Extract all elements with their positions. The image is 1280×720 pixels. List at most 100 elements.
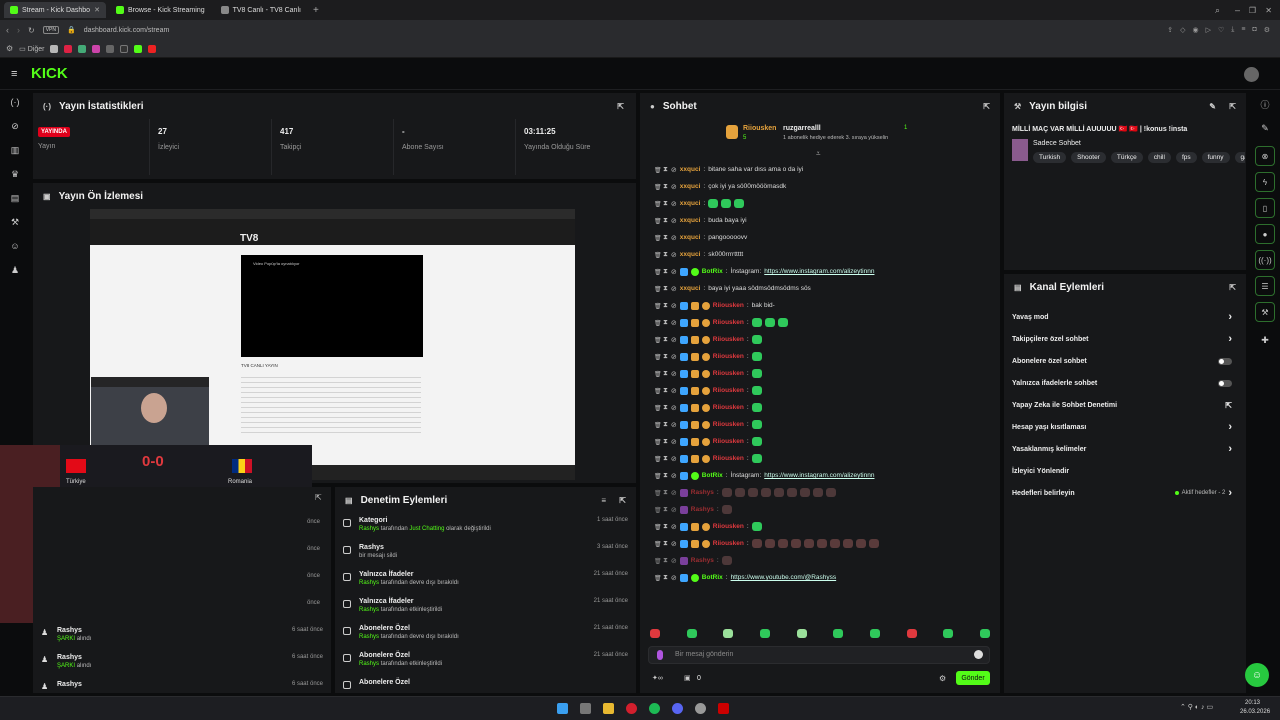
channel-action-row[interactable]: Hesap yaşı kısıtlaması › [1004, 416, 1246, 438]
spotify-icon[interactable] [649, 703, 660, 714]
ban-icon[interactable]: ⊘ [671, 404, 677, 412]
chat-message[interactable]: 🗑 ⧗ ⊘ xxquci: çok iyi ya sö00mööömasdk [640, 178, 1000, 195]
toggle-switch[interactable] [1218, 379, 1232, 387]
ban-icon[interactable]: ⊘ [671, 166, 677, 174]
chat-username[interactable]: xxquci [680, 166, 701, 173]
ban-icon[interactable]: ⊘ [671, 285, 677, 293]
delete-icon[interactable]: 🗑 [654, 558, 662, 565]
chat-username[interactable]: Riiousken [713, 540, 744, 547]
timeout-icon[interactable]: ⧗ [663, 472, 668, 480]
ban-icon[interactable]: ⊘ [671, 200, 677, 208]
chat-icon[interactable]: ● [1255, 224, 1275, 244]
ban-icon[interactable]: ⊘ [671, 523, 677, 531]
delete-icon[interactable]: 🗑 [654, 422, 662, 429]
maximize-icon[interactable]: ❐ [1249, 6, 1256, 15]
ban-icon[interactable]: ⊘ [671, 251, 677, 259]
chat-message[interactable]: 🗑 ⧗ ⊘ Riiousken: [640, 450, 1000, 467]
timeout-icon[interactable]: ⧗ [663, 489, 668, 497]
popout-icon[interactable]: ⇱ [617, 102, 624, 111]
ban-icon[interactable]: ⊘ [671, 183, 677, 191]
popout-icon[interactable]: ⇱ [619, 496, 626, 505]
chat-message[interactable]: 🗑 ⧗ ⊘ xxquci: buda baya iyi [640, 212, 1000, 229]
close-icon[interactable]: ✕ [94, 6, 100, 14]
ban-icon[interactable]: ⊘ [671, 319, 677, 327]
delete-icon[interactable]: 🗑 [654, 575, 662, 582]
community-nav-icon[interactable]: ♟ [0, 258, 30, 282]
delete-icon[interactable]: 🗑 [654, 269, 662, 276]
search-icon[interactable]: ⌕ [1215, 5, 1220, 16]
edit-icon[interactable]: ✎ [1250, 116, 1280, 140]
chat-message[interactable]: 🗑 ⧗ ⊘ BotRix: https://www.youtube.com/@Rashy… [640, 569, 1000, 586]
ban-icon[interactable]: ⊘ [671, 574, 677, 582]
ban-icon[interactable]: ⊘ [671, 336, 677, 344]
bookmark-icon[interactable] [78, 44, 87, 53]
timeout-icon[interactable]: ⧗ [663, 421, 668, 429]
timeout-icon[interactable]: ⧗ [663, 302, 668, 310]
chat-message[interactable]: 🗑 ⧗ ⊘ Riiousken: [640, 348, 1000, 365]
emoji-icon[interactable] [974, 650, 983, 659]
delete-icon[interactable]: 🗑 [654, 235, 662, 242]
chat-message[interactable]: 🗑 ⧗ ⊘ Riiousken: [640, 365, 1000, 382]
timeout-icon[interactable]: ⧗ [663, 540, 668, 548]
timeout-icon[interactable]: ⧗ [663, 557, 668, 565]
stream-tag[interactable]: chill [1147, 152, 1171, 163]
search-icon[interactable] [580, 703, 591, 714]
delete-icon[interactable]: 🗑 [654, 405, 662, 412]
link-icon[interactable]: ✦∞ [652, 674, 663, 682]
chat-username[interactable]: BotRix [702, 268, 723, 275]
chat-message[interactable]: 🗑 ⧗ ⊘ xxquci: bitane saha var dıss ama o da … [640, 161, 1000, 178]
delete-icon[interactable]: 🗑 [654, 201, 662, 208]
channel-action-row[interactable]: Yapay Zeka ile Sohbet Denetimi ⇱ [1004, 394, 1246, 416]
timeout-icon[interactable]: ⧗ [663, 455, 668, 463]
emote-icon[interactable] [979, 629, 990, 638]
channel-action-row[interactable]: Abonelere özel sohbet [1004, 350, 1246, 372]
tiktok-icon[interactable] [106, 44, 115, 53]
chat-username[interactable]: Riiousken [713, 319, 744, 326]
channel-action-row[interactable]: Takipçilere özel sohbet › [1004, 328, 1246, 350]
stream-tag[interactable]: Shooter [1071, 152, 1106, 163]
timeout-icon[interactable]: ⧗ [663, 438, 668, 446]
settings-icon[interactable]: ⚙ [1264, 26, 1270, 34]
delete-icon[interactable]: 🗑 [654, 524, 662, 531]
kick-logo[interactable]: KICK [31, 65, 68, 82]
timeout-icon[interactable]: ⧗ [663, 404, 668, 412]
emote-icon[interactable] [723, 629, 734, 638]
emote-icon[interactable] [869, 629, 880, 638]
new-tab-icon[interactable]: + [313, 5, 319, 16]
reload-icon[interactable]: ↻ [28, 26, 35, 35]
pinned-gift-banner[interactable]: Riiousken 5 ruzgarrealll 1 1 abonelik he… [726, 123, 916, 145]
url-field[interactable]: dashboard.kick.com/stream [84, 27, 170, 34]
heart-icon[interactable]: ♡ [1218, 26, 1224, 34]
ban-icon[interactable]: ⊘ [671, 540, 677, 548]
wrench-icon[interactable]: ⚒ [1255, 302, 1275, 322]
browser-tab-2[interactable]: Browse - Kick Streaming [110, 2, 211, 18]
ban-icon[interactable]: ⊘ [671, 557, 677, 565]
chat-username[interactable]: Riiousken [713, 438, 744, 445]
clipboard-icon[interactable]: ▯ [1255, 198, 1275, 218]
chat-username[interactable]: Riiousken [713, 370, 744, 377]
ban-icon[interactable]: ⊘ [671, 455, 677, 463]
chat-username[interactable]: xxquci [680, 183, 701, 190]
close-window-icon[interactable]: ✕ [1265, 6, 1272, 15]
timeout-icon[interactable]: ⧗ [663, 183, 668, 191]
ban-icon[interactable]: ⊘ [671, 506, 677, 514]
chat-username[interactable]: BotRix [702, 574, 723, 581]
delete-icon[interactable]: 🗑 [654, 337, 662, 344]
timeout-icon[interactable]: ⧗ [663, 251, 668, 259]
stream-tag[interactable]: Turkish [1033, 152, 1067, 163]
ban-icon[interactable]: ⊘ [671, 370, 677, 378]
chat-message[interactable]: 🗑 ⧗ ⊘ xxquci: sk000rrrrttttt [640, 246, 1000, 263]
chevron-right-icon[interactable]: › [1228, 311, 1232, 323]
chat-message[interactable]: 🗑 ⧗ ⊘ Rashys: [640, 484, 1000, 501]
trophy-nav-icon[interactable]: ♛ [0, 162, 30, 186]
emote-icon[interactable] [650, 629, 660, 638]
timeout-icon[interactable]: ⧗ [663, 268, 668, 276]
app-icon[interactable] [718, 703, 729, 714]
ban-icon[interactable]: ⊘ [671, 489, 677, 497]
chevron-right-icon[interactable]: › [1228, 333, 1232, 345]
wallet-nav-icon[interactable]: ▤ [0, 186, 30, 210]
ban-icon[interactable]: ⊘ [671, 217, 677, 225]
emote-icon[interactable] [759, 629, 770, 638]
emote-icon[interactable] [906, 629, 917, 638]
chat-message[interactable]: 🗑 ⧗ ⊘ BotRix: İnstagram: https://www.instagra… [640, 263, 1000, 280]
